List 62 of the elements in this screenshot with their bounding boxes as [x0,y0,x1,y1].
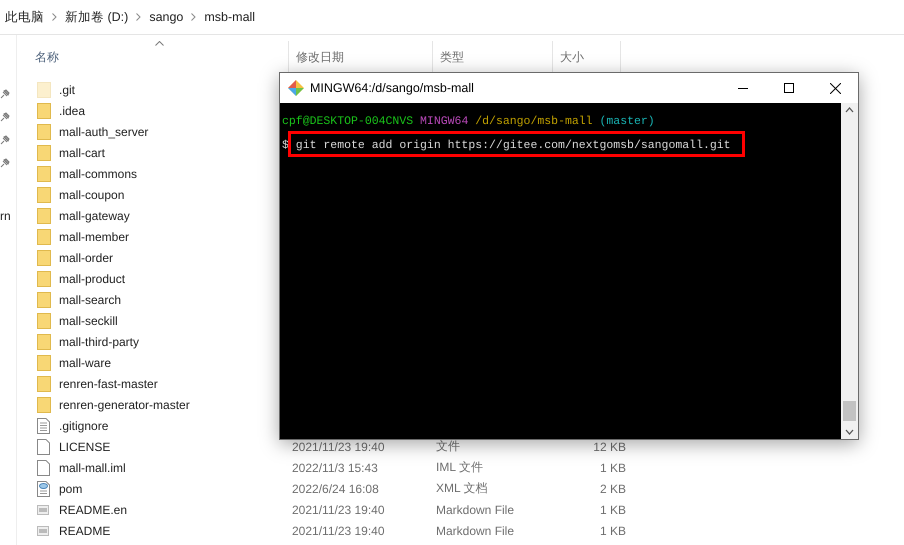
file-size: 1 KB [600,502,626,516]
modified-date: 2021/11/23 19:40 [292,524,386,538]
file-size: 1 KB [600,524,626,538]
file-name[interactable]: mall-third-party [59,334,140,348]
file-name[interactable]: mall-ware [59,356,112,370]
modified-date: 2022/11/3 15:43 [292,460,379,474]
file-name[interactable]: mall-member [59,230,130,244]
column-header[interactable]: 修改日期 [296,48,344,66]
prompt-line: cpf@DESKTOP-004CNVS MINGW64 /d/sango/msb-mall (master) [282,114,656,130]
file-name[interactable]: mall-order [59,250,114,264]
file-name[interactable]: LICENSE [59,440,110,454]
column-header[interactable]: 大小 [560,48,584,66]
chevron-icon [136,13,142,21]
scrollbar[interactable] [841,103,858,439]
pin-icon [0,135,10,145]
file-type: Markdown File [436,502,516,516]
maximize-icon [784,83,794,93]
file-name[interactable]: mall-coupon [59,188,124,202]
file-name[interactable]: mall-cart [59,146,106,160]
file-name[interactable]: mall-auth_server [59,124,148,138]
file-name[interactable]: mall-seckill [59,314,118,328]
app-logo-icon [288,80,304,96]
file-type: 文件 [436,438,461,455]
file-name[interactable]: mall-product [59,272,126,286]
command-line: $ git remote add origin https://gitee.com/nextgomsb/sangomall.git [282,139,731,152]
breadcrumb-item[interactable]: 新加卷 (D:) [65,8,128,26]
file-name[interactable]: .git [59,82,76,96]
file-name[interactable]: renren-generator-master [59,398,190,412]
pin-icon [0,89,10,99]
close-icon [830,82,840,94]
window-title: MINGW64:/d/sango/msb-mall [310,81,475,95]
file-size: 2 KB [600,482,626,496]
file-name[interactable]: mall-gateway [59,208,130,222]
chevron-icon [52,13,57,21]
scroll-thumb[interactable] [843,401,856,421]
file-name[interactable]: mall-mall.iml [59,460,126,474]
nav-item[interactable]: rn [0,209,11,223]
file-name[interactable]: mall-commons [59,166,138,180]
file-name[interactable]: pom [59,482,82,496]
file-name[interactable]: mall-search [59,292,122,306]
file-type: Markdown File [436,524,516,538]
column-header[interactable]: 名称 [35,48,59,66]
file-name[interactable]: README [59,524,110,538]
file-name[interactable]: .idea [59,104,86,118]
file-name[interactable]: renren-fast-master [59,376,158,390]
chevron-icon [191,13,196,21]
breadcrumb-item[interactable]: msb-mall [204,10,256,24]
file-type: IML 文件 [436,459,484,476]
modified-date: 2021/11/23 19:40 [292,502,386,516]
modified-date: 2021/11/23 19:40 [292,440,386,454]
breadcrumb-item[interactable]: sango [149,10,184,24]
file-name[interactable]: .gitignore [59,418,108,432]
sort-caret-icon [155,41,164,46]
column-header[interactable]: 类型 [440,48,464,66]
breadcrumb-item[interactable]: 此电脑 [5,8,44,26]
pin-icon [0,158,10,168]
file-size: 1 KB [600,460,626,474]
file-size: 12 KB [593,440,626,454]
file-name[interactable]: README.en [59,502,128,516]
file-type: XML 文档 [436,480,489,497]
modified-date: 2022/6/24 16:08 [292,482,380,496]
pin-icon [0,112,10,122]
